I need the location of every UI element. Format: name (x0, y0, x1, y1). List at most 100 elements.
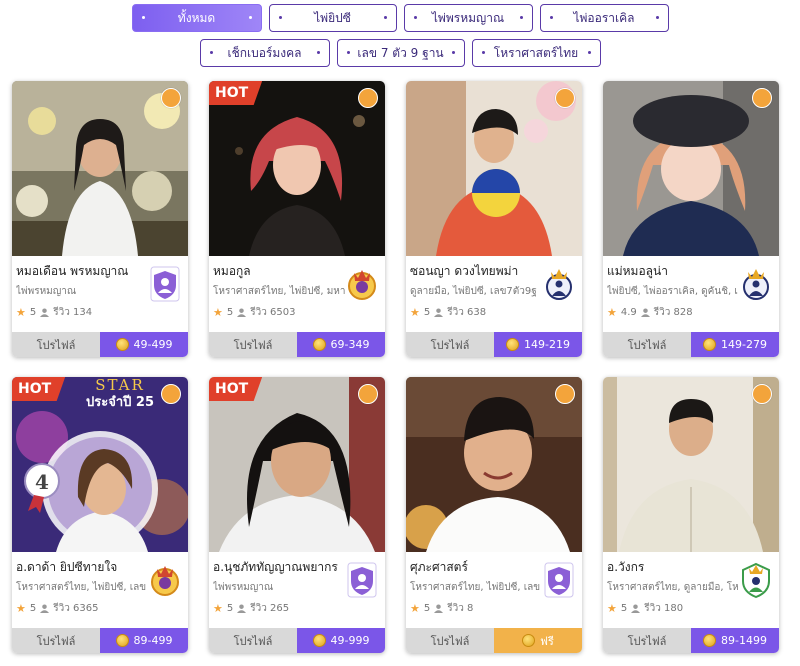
price-button[interactable]: 149-279 (691, 332, 779, 357)
rating-meta: ★ 4.9 รีวิว 828 (607, 305, 693, 320)
online-status-icon (752, 88, 772, 108)
fortune-teller-photo[interactable] (209, 81, 385, 256)
filter-chip-label: ไพ่ยิปซี (314, 10, 351, 25)
rating-value: 5 (29, 603, 37, 614)
review-count: รีวิว 828 (653, 307, 693, 318)
review-count: รีวิว 6365 (53, 603, 99, 614)
teller-name[interactable]: อ.นุชภัททัญญาณพยากร (213, 558, 345, 577)
teller-skills: โหราศาสตร์ไทย, ไพ่ยิปซี, มหา (213, 286, 346, 297)
price-label: 49-499 (133, 338, 173, 351)
filter-chip-7-digit[interactable]: เลข 7 ตัว 9 ฐาน (336, 39, 465, 67)
filter-chip-thai-astrology[interactable]: โหราศาสตร์ไทย (471, 39, 601, 67)
fortune-teller-card[interactable]: หมอเดือน พรหมญาณ ไพ่พรหมญาณ ★ 5 รีวิว 13… (12, 81, 188, 357)
online-status-icon (752, 384, 772, 404)
filter-row-1: ทั้งหมด ไพ่ยิปซี ไพ่พรหมญาณ ไพ่ออราเคิล (0, 4, 800, 32)
price-button[interactable]: 89-1499 (691, 628, 779, 653)
fortune-teller-photo[interactable] (406, 81, 582, 256)
review-count: รีวิว 134 (53, 307, 93, 318)
filter-chip-all[interactable]: ทั้งหมด (131, 4, 262, 32)
coin-icon (312, 338, 326, 351)
online-status-icon (358, 384, 378, 404)
filter-chip-label: เลข 7 ตัว 9 ฐาน (357, 45, 444, 60)
fortune-teller-card[interactable]: 4 HOT STAR ประจำปี 25 อ.ดาด้า ยิปซีทายใจ… (12, 377, 188, 653)
filter-chip-phromyan[interactable]: ไพ่พรหมญาณ (403, 4, 533, 32)
filter-chip-tarot[interactable]: ไพ่ยิปซี (268, 4, 397, 32)
profile-button[interactable]: โปรไฟล์ (603, 332, 691, 357)
filter-chip-label: ทั้งหมด (177, 10, 216, 25)
navy-crown-badge-icon (546, 269, 572, 300)
review-count: รีวิว 8 (447, 603, 474, 614)
price-label: 89-1499 (721, 634, 767, 647)
teller-name[interactable]: หมอกูล (213, 262, 345, 281)
online-status-icon (161, 384, 181, 404)
price-button[interactable]: 69-349 (297, 332, 385, 357)
coin-icon (312, 634, 326, 647)
gold-crown-badge-icon (348, 270, 376, 300)
rating-value: 5 (620, 603, 628, 614)
teller-name[interactable]: ซอนญา ดวงไทยพม่า (410, 262, 542, 281)
coin-icon (115, 634, 129, 647)
star-icon: ★ (410, 602, 420, 615)
fortune-teller-card[interactable]: แม่หมอลูน่า ไพ่ยิปซี, ไพ่ออราเคิล, ดูคัน… (603, 81, 779, 357)
navy-crown-badge-icon (743, 269, 769, 300)
profile-button[interactable]: โปรไฟล์ (406, 628, 494, 653)
filter-chip-lucky-number[interactable]: เช็กเบอร์มงคล (199, 39, 330, 67)
price-button[interactable]: 49-499 (100, 332, 188, 357)
teller-skills: โหราศาสตร์ไทย, ดูลายมือ, โห (607, 582, 739, 593)
rating-meta: ★ 5 รีวิว 6503 (213, 305, 295, 320)
hot-badge: HOT (209, 81, 263, 105)
teller-name[interactable]: หมอเดือน พรหมญาณ (16, 262, 148, 281)
online-status-icon (555, 88, 575, 108)
online-status-icon (555, 384, 575, 404)
filter-chip-label: ไพ่ออราเคิล (573, 10, 635, 25)
hot-badge: HOT (209, 377, 263, 401)
review-count: รีวิว 265 (250, 603, 290, 614)
profile-button[interactable]: โปรไฟล์ (12, 628, 100, 653)
person-icon (631, 604, 641, 613)
price-button[interactable]: 149-219 (494, 332, 582, 357)
fortune-teller-photo[interactable] (603, 81, 779, 256)
star-icon: ★ (607, 602, 617, 615)
purple-user-shield-icon (150, 266, 180, 302)
fortune-teller-photo[interactable] (406, 377, 582, 552)
rating-meta: ★ 5 รีวิว 134 (16, 305, 92, 320)
hot-badge: HOT (12, 377, 66, 401)
profile-button[interactable]: โปรไฟล์ (209, 628, 297, 653)
person-icon (237, 308, 247, 317)
rating-value: 5 (423, 603, 431, 614)
profile-button[interactable]: โปรไฟล์ (406, 332, 494, 357)
profile-button[interactable]: โปรไฟล์ (12, 332, 100, 357)
rating-meta: ★ 5 รีวิว 8 (410, 601, 473, 616)
teller-name[interactable]: อ.ดาด้า ยิปซีทายใจ (16, 558, 148, 577)
teller-skills: โหราศาสตร์ไทย, ไพ่ยิปซี, เลข (410, 582, 541, 593)
teller-name[interactable]: แม่หมอลูน่า (607, 262, 739, 281)
fortune-teller-card[interactable]: ศุภะศาสตร์ โหราศาสตร์ไทย, ไพ่ยิปซี, เลข … (406, 377, 582, 653)
price-button[interactable]: 89-499 (100, 628, 188, 653)
star-icon: ★ (16, 306, 26, 319)
filter-chip-oracle[interactable]: ไพ่ออราเคิล (539, 4, 669, 32)
green-user-shield-icon (742, 562, 770, 599)
rating-meta: ★ 5 รีวิว 6365 (16, 601, 98, 616)
rating-value: 4.9 (620, 307, 637, 318)
fortune-teller-card[interactable]: HOT หมอกูล โหราศาสตร์ไทย, ไพ่ยิปซี, มหา … (209, 81, 385, 357)
fortune-teller-photo[interactable] (209, 377, 385, 552)
purple-user-shield-icon (544, 562, 574, 598)
filter-row-2: เช็กเบอร์มงคล เลข 7 ตัว 9 ฐาน โหราศาสตร์… (0, 39, 800, 67)
teller-name[interactable]: อ.วังกร (607, 558, 739, 577)
fortune-teller-photo[interactable] (603, 377, 779, 552)
teller-name[interactable]: ศุภะศาสตร์ (410, 558, 542, 577)
price-button-free[interactable]: ฟรี (494, 628, 582, 653)
profile-button[interactable]: โปรไฟล์ (209, 332, 297, 357)
fortune-teller-card[interactable]: อ.วังกร โหราศาสตร์ไทย, ดูลายมือ, โห ★ 5 … (603, 377, 779, 653)
rating-meta: ★ 5 รีวิว 638 (410, 305, 486, 320)
fortune-teller-card[interactable]: HOT อ.นุชภัททัญญาณพยากร ไพ่พรหมญาณ ★ 5 ร… (209, 377, 385, 653)
rating-value: 5 (226, 603, 234, 614)
purple-user-shield-icon (347, 562, 377, 598)
teller-skills: ไพ่พรหมญาณ (213, 582, 274, 593)
teller-skills: ไพ่ยิปซี, ไพ่ออราเคิล, ดูคันชิ, เ (607, 286, 738, 297)
profile-button[interactable]: โปรไฟล์ (603, 628, 691, 653)
fortune-teller-card[interactable]: ซอนญา ดวงไทยพม่า ดูลายมือ, ไพ่ยิปซี, เลข… (406, 81, 582, 357)
price-button[interactable]: 49-999 (297, 628, 385, 653)
fortune-teller-photo[interactable] (12, 81, 188, 256)
coin-icon (703, 634, 717, 647)
